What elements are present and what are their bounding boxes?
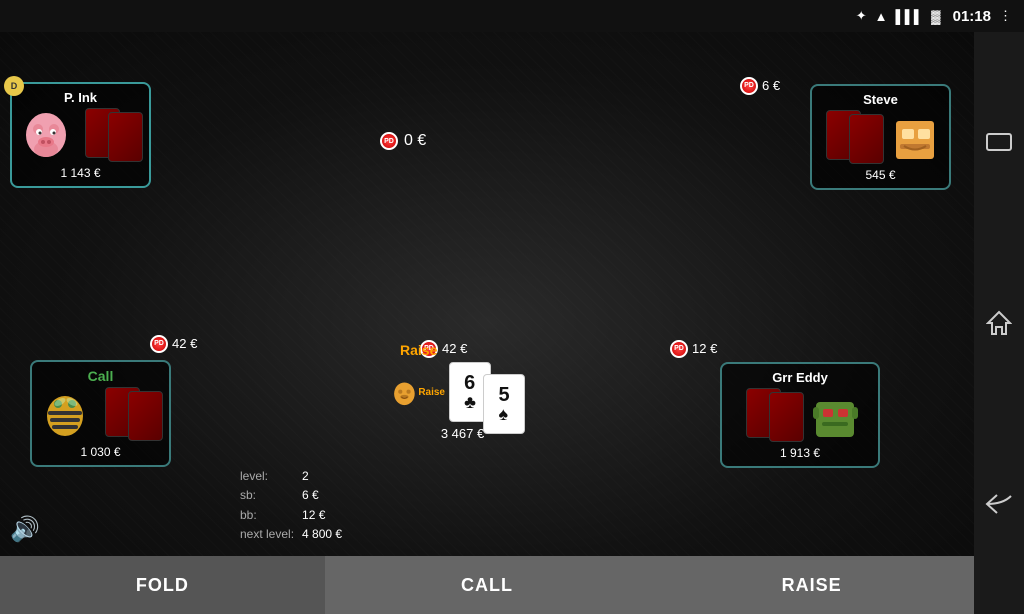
home-nav-button[interactable] — [981, 305, 1017, 341]
player-grr-avatar — [808, 387, 863, 442]
player-steve-cards — [826, 110, 884, 164]
player-bee-cards — [105, 387, 163, 441]
call-button[interactable]: CALL — [325, 556, 650, 614]
player-steve-name: Steve — [863, 92, 898, 107]
card-2 — [108, 112, 143, 162]
player-bee-money: 1 030 € — [80, 445, 120, 459]
fold-button[interactable]: FOLD — [0, 556, 325, 614]
back-nav-button[interactable] — [981, 486, 1017, 522]
battery-icon: ▓ — [931, 9, 940, 24]
level-label: level: — [240, 467, 302, 486]
bee-card-2 — [128, 391, 163, 441]
player-grr-money: 1 913 € — [780, 446, 820, 460]
community-area: Raise 6 ♣ 5 ♠ — [390, 362, 535, 441]
status-time: 01:18 — [953, 8, 991, 25]
player-pink-money: 1 143 € — [60, 166, 100, 180]
bet-grr-chip: PD 12 € — [670, 340, 717, 358]
chip-bee-icon: PD — [150, 335, 168, 353]
bb-value: 12 € — [302, 506, 350, 525]
player-steve-money: 545 € — [865, 168, 895, 182]
window-nav-button[interactable] — [981, 124, 1017, 160]
sb-value: 6 € — [302, 486, 350, 505]
player-grr-box: Grr Eddy 1 — [720, 362, 880, 468]
bet-grr-area: PD 12 € — [670, 337, 717, 358]
player-grr-name: Grr Eddy — [772, 370, 828, 385]
player-pink-avatar — [18, 107, 73, 162]
bet-bee-chip: PD 42 € — [150, 335, 197, 353]
bet-steve-display: PD 6 € — [740, 74, 780, 95]
game-table: 🔊 PD 0 € D P. Ink — [0, 32, 974, 614]
bet-bee-area: PD 42 € — [150, 332, 197, 353]
next-level-label: next level: — [240, 525, 302, 544]
sound-button[interactable]: 🔊 — [10, 515, 40, 544]
pot-amount: 0 € — [404, 132, 426, 150]
bluetooth-icon: ‬✦ — [856, 8, 867, 24]
main-player-box: Raise 6 ♣ 5 ♠ — [390, 362, 535, 441]
status-bar: ‬✦ ▲ ▌▌▌ ▓ 01:18 ⋮ — [0, 0, 1024, 32]
main-player-action: Raise — [400, 342, 437, 358]
chip-steve-icon: PD — [740, 77, 758, 95]
player-bee-avatar — [38, 386, 93, 441]
sb-label: sb: — [240, 486, 302, 505]
signal-icon: ▌▌▌ — [896, 9, 924, 24]
main-player-money: 3 467 € — [441, 426, 484, 441]
more-icon[interactable]: ⋮ — [999, 8, 1012, 24]
player-main-avatar: Raise — [390, 365, 445, 420]
dealer-button: D — [4, 76, 24, 96]
player-pink-area: D P. Ink — [10, 82, 151, 188]
player-bee-area: Call — [30, 360, 171, 467]
player-steve-avatar — [888, 109, 943, 164]
player-grr-cards — [746, 388, 804, 442]
bet-steve-chip: PD 6 € — [740, 77, 780, 95]
player-bee-action: Call — [88, 368, 114, 384]
player-steve-area: Steve — [810, 84, 951, 190]
pot-chip-icon: PD — [380, 132, 398, 150]
center-pot: PD 0 € — [380, 132, 426, 150]
nav-buttons — [974, 32, 1024, 614]
player-pink-cards — [85, 108, 143, 162]
player-bee-box: Call — [30, 360, 171, 467]
player-pink-box: D P. Ink — [10, 82, 151, 188]
chip-grr-icon: PD — [670, 340, 688, 358]
community-card-2: 5 ♠ — [483, 374, 525, 434]
community-cards: 6 ♣ 5 ♠ — [449, 362, 535, 422]
action-buttons: FOLD CALL RAISE — [0, 556, 974, 614]
next-level-value: 4 800 € — [302, 525, 350, 544]
level-value: 2 — [302, 467, 350, 486]
player-pink-name: P. Ink — [64, 90, 97, 105]
raise-button[interactable]: RAISE — [649, 556, 974, 614]
game-info-panel: level: 2 sb: 6 € bb: 12 € next level: 4 … — [240, 467, 350, 544]
steve-card-2 — [849, 114, 884, 164]
bb-label: bb: — [240, 506, 302, 525]
grr-card-2 — [769, 392, 804, 442]
wifi-icon: ▲ — [875, 9, 888, 24]
player-grr-area: Grr Eddy 1 — [720, 362, 880, 468]
player-steve-box: Steve — [810, 84, 951, 190]
